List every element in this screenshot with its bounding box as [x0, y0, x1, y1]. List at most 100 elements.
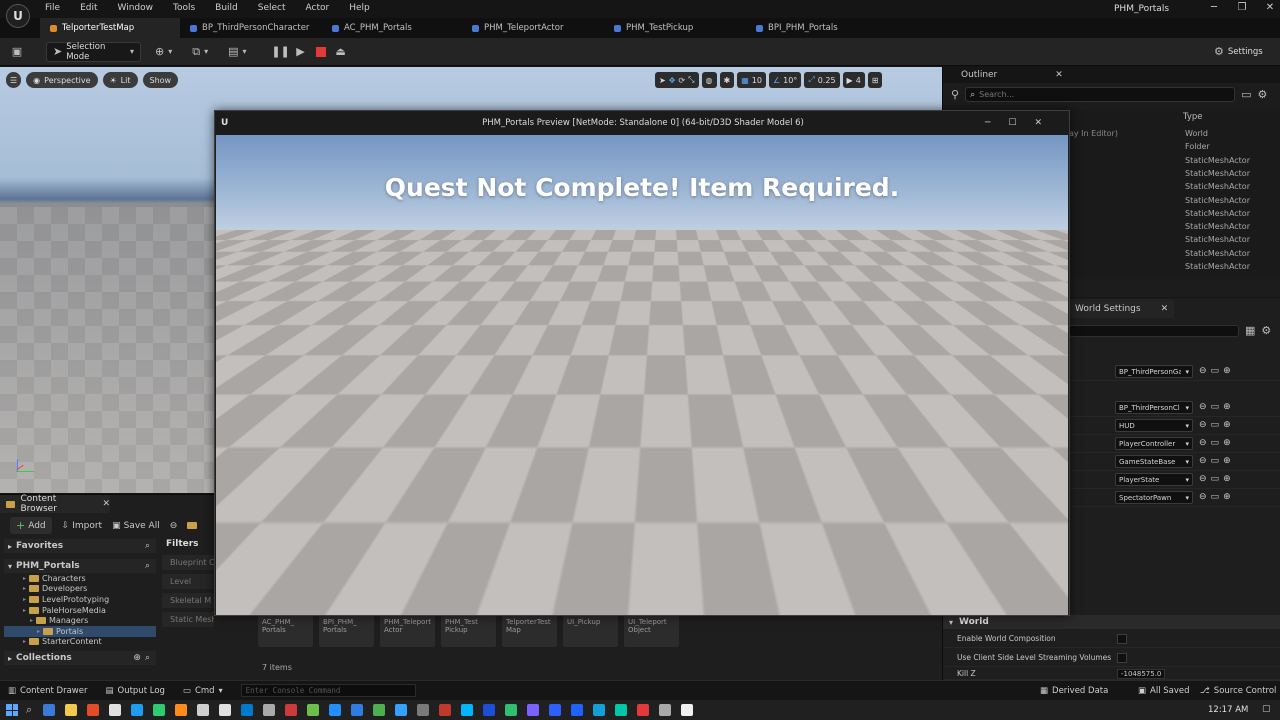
- taskbar-app-icon[interactable]: [681, 704, 694, 716]
- tab-blueprint[interactable]: BPI_PHM_Portals: [746, 18, 886, 38]
- console-input[interactable]: Enter Console Command: [240, 684, 416, 697]
- import-button[interactable]: ⇩ Import: [62, 521, 102, 531]
- outliner-row-type[interactable]: StaticMeshActor: [1185, 209, 1250, 218]
- cmd-dropdown[interactable]: ▭ Cmd ▾: [183, 686, 223, 696]
- outliner-row-type[interactable]: Folder: [1185, 142, 1210, 151]
- taskbar-app-icon[interactable]: [307, 704, 320, 716]
- taskbar-app-icon[interactable]: [263, 704, 276, 716]
- close-icon[interactable]: ✕: [1256, 2, 1280, 13]
- folder-tree-item[interactable]: ▸ StarterContent: [4, 637, 156, 648]
- taskbar-app-icon[interactable]: [87, 704, 100, 716]
- menu-window[interactable]: Window: [118, 3, 154, 13]
- outliner-type-header[interactable]: Type: [1183, 112, 1203, 122]
- taskbar-app-icon[interactable]: [65, 704, 78, 716]
- tab-blueprint[interactable]: BP_ThirdPersonCharacter: [180, 18, 322, 38]
- outliner-row-type[interactable]: StaticMeshActor: [1185, 235, 1250, 244]
- browse-icon[interactable]: ⊖: [1199, 456, 1207, 466]
- folder-icon[interactable]: ▭: [1211, 420, 1220, 430]
- outliner-row-type[interactable]: StaticMeshActor: [1185, 169, 1250, 178]
- tab-blueprint[interactable]: AC_PHM_Portals: [322, 18, 462, 38]
- translate-icon[interactable]: ✥: [669, 76, 676, 85]
- blueprint-menu-button[interactable]: ⧉ ▾: [186, 42, 214, 62]
- asset-tile[interactable]: UI_Pickup: [563, 615, 618, 647]
- class-combo[interactable]: PlayerController ▾: [1115, 437, 1193, 450]
- save-icon[interactable]: ▣: [10, 45, 24, 58]
- viewport-menu-button[interactable]: ☰: [6, 72, 22, 88]
- taskbar-app-icon[interactable]: [373, 704, 386, 716]
- taskbar-app-icon[interactable]: [285, 704, 298, 716]
- game-viewport[interactable]: Quest Not Complete! Item Required.: [216, 135, 1068, 615]
- folder-tree-item[interactable]: ▸ LevelPrototyping: [4, 594, 156, 605]
- world-section-header[interactable]: ▾ World: [943, 615, 1280, 629]
- class-combo[interactable]: BP_ThirdPersonGa ▾: [1115, 365, 1193, 378]
- asset-tile[interactable]: AC_PHM_ Portals: [258, 615, 313, 647]
- world-settings-tab[interactable]: World Settings ✕: [1069, 300, 1175, 318]
- search-icon[interactable]: ⌕: [145, 653, 150, 663]
- taskbar-app-icon[interactable]: [175, 704, 188, 716]
- add-circle-icon[interactable]: ⊕: [1223, 492, 1231, 502]
- class-combo[interactable]: GameStateBase ▾: [1115, 455, 1193, 468]
- taskbar-app-icon[interactable]: [131, 704, 144, 716]
- browse-icon[interactable]: ⊖: [1199, 492, 1207, 502]
- back-icon[interactable]: ⊖: [170, 521, 178, 531]
- notification-icon[interactable]: ▢: [1262, 704, 1271, 714]
- asset-tile[interactable]: BPI_PHM_ Portals: [319, 615, 374, 647]
- taskbar-app-icon[interactable]: [395, 704, 408, 716]
- folder-tree-item[interactable]: ▸ Developers: [4, 584, 156, 595]
- content-drawer-button[interactable]: ▥ Content Drawer: [8, 686, 87, 696]
- kill-z-field[interactable]: -1048575.0: [1117, 668, 1166, 679]
- folder-icon[interactable]: ▭: [1211, 456, 1220, 466]
- root-folder-header[interactable]: ▾ PHM_Portals ⌕: [4, 559, 156, 573]
- class-combo[interactable]: SpectatorPawn ▾: [1115, 491, 1193, 504]
- taskbar-app-icon[interactable]: [615, 704, 628, 716]
- taskbar-app-icon[interactable]: [241, 704, 254, 716]
- output-log-button[interactable]: ▤ Output Log: [105, 686, 164, 696]
- outliner-row-type[interactable]: StaticMeshActor: [1185, 156, 1250, 165]
- gear-icon[interactable]: ⚙: [1261, 324, 1271, 337]
- grid-snap-button[interactable]: ▦ 10: [737, 72, 766, 88]
- favorites-header[interactable]: ▸ Favorites ⌕: [4, 539, 156, 553]
- content-browser-tab[interactable]: Content Browser ✕: [0, 494, 110, 514]
- outliner-row-type[interactable]: StaticMeshActor: [1185, 249, 1250, 258]
- cinematics-button[interactable]: ▤ ▾: [222, 42, 252, 62]
- outliner-row-type[interactable]: StaticMeshActor: [1185, 196, 1250, 205]
- asset-tile[interactable]: TelporterTest Map: [502, 615, 557, 647]
- asset-tile[interactable]: PHM_Teleport Actor: [380, 615, 435, 647]
- close-icon[interactable]: ✕: [1035, 118, 1043, 128]
- rotation-snap-button[interactable]: ∠ 10°: [768, 72, 802, 88]
- taskbar-app-icon[interactable]: [461, 704, 474, 716]
- taskbar-app-icon[interactable]: [351, 704, 364, 716]
- menu-build[interactable]: Build: [215, 3, 238, 13]
- taskbar-app-icon[interactable]: [329, 704, 342, 716]
- folder-tree-item[interactable]: ▸ Portals: [4, 625, 156, 637]
- outliner-row-type[interactable]: StaticMeshActor: [1185, 262, 1250, 271]
- taskbar-app-icon[interactable]: [637, 704, 650, 716]
- folder-icon[interactable]: ▭: [1211, 402, 1220, 412]
- menu-select[interactable]: Select: [258, 3, 286, 13]
- taskbar-app-icon[interactable]: [527, 704, 540, 716]
- select-icon[interactable]: ➤: [659, 76, 666, 85]
- lit-button[interactable]: ☀ Lit: [102, 72, 138, 88]
- scale-snap-button[interactable]: ⤢ 0.25: [804, 72, 840, 88]
- surface-snap-toggle[interactable]: ✱: [719, 72, 735, 88]
- outliner-row-type[interactable]: StaticMeshActor: [1185, 182, 1250, 191]
- gear-icon[interactable]: ⚙: [1257, 88, 1267, 101]
- search-icon[interactable]: ⌕: [145, 561, 150, 571]
- collections-header[interactable]: ▸ Collections ⊕ ⌕: [4, 651, 156, 665]
- class-combo[interactable]: PlayerState ▾: [1115, 473, 1193, 486]
- outliner-tab[interactable]: Outliner: [961, 70, 997, 80]
- folder-tree-item[interactable]: ▸ Characters: [4, 573, 156, 584]
- add-circle-icon[interactable]: ⊕: [1223, 402, 1231, 412]
- details-search[interactable]: [1069, 324, 1239, 337]
- taskbar-app-icon[interactable]: [43, 704, 56, 716]
- folder-icon[interactable]: ▭: [1211, 474, 1220, 484]
- close-icon[interactable]: ✕: [102, 499, 110, 509]
- add-actor-button[interactable]: ⊕ ▾: [149, 42, 178, 62]
- tab-level[interactable]: TelporterTestMap: [40, 18, 180, 38]
- folder-icon[interactable]: [187, 522, 198, 529]
- folder-tree-item[interactable]: ▸ Managers: [4, 615, 156, 626]
- camera-speed-button[interactable]: ▶ 4: [842, 72, 865, 88]
- eject-icon[interactable]: ⏏: [333, 45, 349, 58]
- folder-add-icon[interactable]: ▭: [1241, 88, 1251, 101]
- taskbar-app-icon[interactable]: [439, 704, 452, 716]
